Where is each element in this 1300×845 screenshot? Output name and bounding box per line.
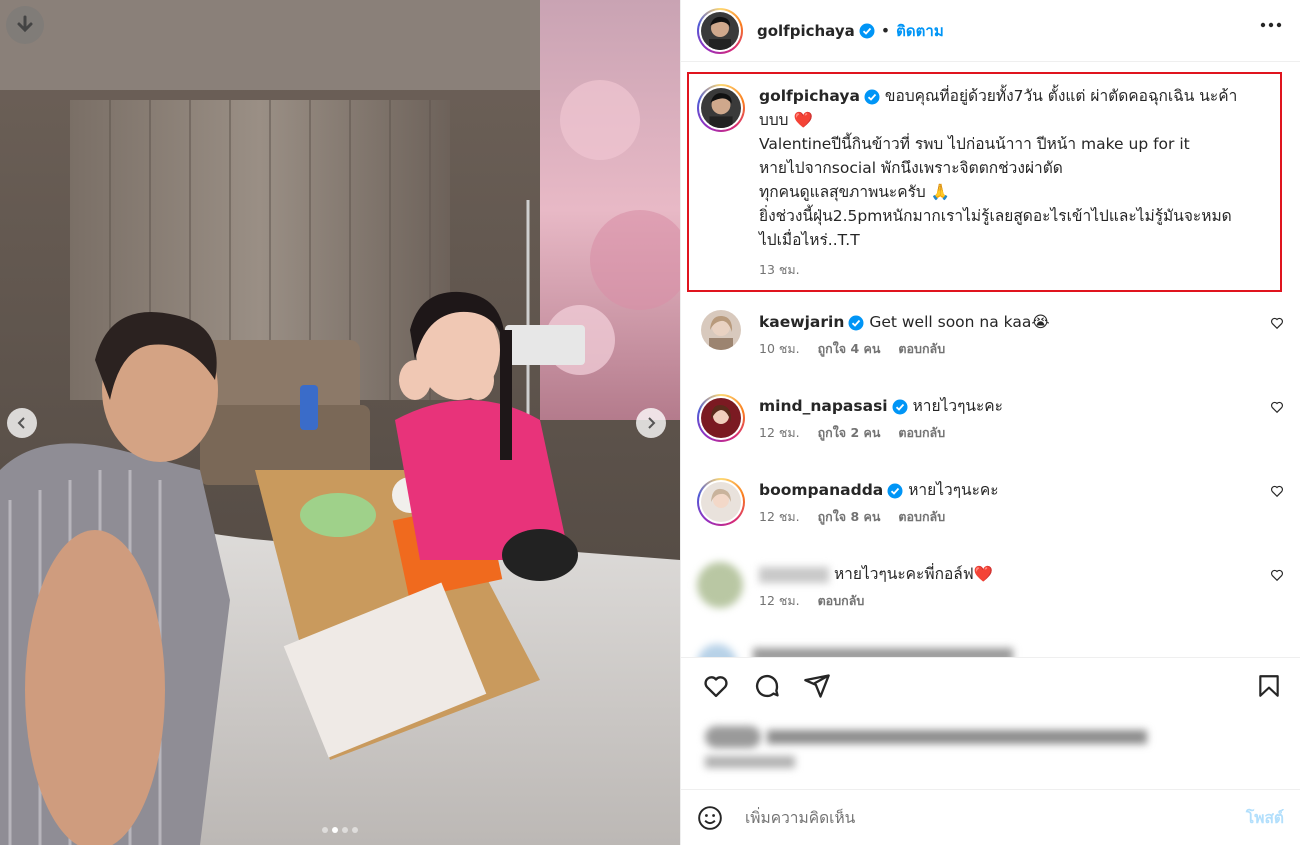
hospital-selfie-image xyxy=(0,0,680,845)
commenter-avatar[interactable] xyxy=(697,562,743,608)
author-avatar[interactable] xyxy=(697,7,743,54)
comment-likes[interactable]: ถูกใจ 4 คน xyxy=(818,341,881,356)
carousel-dot xyxy=(342,827,348,833)
author-avatar-small[interactable] xyxy=(697,84,745,132)
caption-line: หายไปจากsocial พักนึงเพราะจิตตกช่วงผ่าตั… xyxy=(759,159,1063,177)
comment-timestamp: 12 ชม. xyxy=(759,593,800,608)
verified-icon xyxy=(864,89,880,105)
reply-button[interactable]: ตอบกลับ xyxy=(898,341,945,356)
bookmark-icon[interactable] xyxy=(1256,672,1282,700)
carousel-indicator xyxy=(322,827,358,833)
commenter-username-blurred[interactable] xyxy=(759,566,829,583)
comments-list[interactable]: golfpichaya ขอบคุณที่อยู่ด้วยทั้ง7วัน ตั… xyxy=(681,62,1300,657)
caption-line: ยิ่งช่วงนี้ฝุ่น2.5pmหนักมากเราไม่รู้เลยส… xyxy=(759,207,1232,225)
emoji-icon[interactable] xyxy=(697,805,723,831)
commenter-avatar[interactable] xyxy=(701,310,741,350)
verified-icon xyxy=(892,399,908,415)
comment-icon[interactable] xyxy=(753,672,781,700)
instagram-post-view: golfpichaya • ติดตาม golfpichaya ขอบคุณท… xyxy=(0,0,1300,845)
comment-item-partial xyxy=(697,644,1284,657)
download-button[interactable] xyxy=(6,6,44,44)
liked-by-text[interactable] xyxy=(767,730,1147,744)
caption-line: ขอบคุณที่อยู่ด้วยทั้ง7วัน ตั้งแต่ ผ่าตัด… xyxy=(884,87,1238,105)
caption-text: golfpichaya ขอบคุณที่อยู่ด้วยทั้ง7วัน ตั… xyxy=(759,84,1284,252)
comment-text: Get well soon na kaa😭 xyxy=(869,313,1050,331)
comment-text: หายไวๆนะคะ xyxy=(912,397,1004,415)
comment-likes[interactable]: ถูกใจ 8 คน xyxy=(818,509,881,524)
carousel-dot xyxy=(352,827,358,833)
heart-icon[interactable] xyxy=(1270,568,1284,582)
commenter-username[interactable]: kaewjarin xyxy=(759,313,844,331)
share-icon[interactable] xyxy=(803,672,831,700)
reply-button[interactable]: ตอบกลับ xyxy=(818,593,865,608)
commenter-avatar[interactable] xyxy=(697,478,745,526)
comment-text: หายไวๆนะคะพี่กอล์ฟ❤️ xyxy=(833,565,994,583)
liked-by-row xyxy=(697,718,1284,788)
heart-icon[interactable] xyxy=(1270,316,1284,330)
previous-photo-button[interactable] xyxy=(7,408,37,438)
comment-item: mind_napasasi หายไวๆนะคะ 12 ชม. ถูกใจ 2 … xyxy=(697,394,1284,443)
verified-icon xyxy=(887,483,903,499)
chevron-left-icon xyxy=(17,417,25,429)
separator-dot: • xyxy=(880,21,891,40)
carousel-dot xyxy=(322,827,328,833)
comment-text: หายไวๆนะคะ xyxy=(908,481,999,499)
commenter-avatar[interactable] xyxy=(697,394,745,442)
author-username[interactable]: golfpichaya xyxy=(757,22,855,40)
download-icon xyxy=(17,15,33,33)
commenter-username[interactable]: boompanadda xyxy=(759,481,883,499)
comment-item: boompanadda หายไวๆนะคะ 12 ชม. ถูกใจ 8 คน… xyxy=(697,478,1284,527)
action-bar xyxy=(681,657,1300,717)
comment-item: kaewjarin Get well soon na kaa😭 10 ชม. ถ… xyxy=(697,310,1284,359)
post-comment-button[interactable]: โพสต์ xyxy=(1246,805,1284,830)
caption-line: ทุกคนดูแลสุขภาพนะครับ 🙏 xyxy=(759,183,950,201)
chevron-right-icon xyxy=(648,417,656,429)
next-photo-button[interactable] xyxy=(636,408,666,438)
verified-icon xyxy=(859,23,875,39)
post-date xyxy=(705,756,795,768)
comment-likes[interactable]: ถูกใจ 2 คน xyxy=(818,425,881,440)
post-header: golfpichaya • ติดตาม xyxy=(681,0,1300,62)
liked-by-avatars[interactable] xyxy=(705,726,761,748)
carousel-dot-active xyxy=(332,827,338,833)
comment-input[interactable]: เพิ่มความคิดเห็น xyxy=(745,805,1246,830)
reply-button[interactable]: ตอบกลับ xyxy=(898,509,945,524)
comment-text-blurred xyxy=(753,648,1013,657)
heart-icon[interactable] xyxy=(1270,400,1284,414)
heart-icon[interactable] xyxy=(701,672,731,700)
caption-line: ไปเมื่อไหร่..T.T xyxy=(759,231,860,249)
heart-icon[interactable] xyxy=(1270,484,1284,498)
caption: golfpichaya ขอบคุณที่อยู่ด้วยทั้ง7วัน ตั… xyxy=(697,84,1284,280)
post-photo xyxy=(0,0,680,845)
comment-timestamp: 12 ชม. xyxy=(759,425,800,440)
caption-line: บบบ ❤️ xyxy=(759,111,813,129)
caption-timestamp: 13 ชม. xyxy=(759,262,800,277)
commenter-username[interactable]: mind_napasasi xyxy=(759,397,888,415)
caption-line: Valentineปีนี้กินข้าวที่ รพบ ไปก่อนน้าาา… xyxy=(759,135,1190,153)
comment-timestamp: 10 ชม. xyxy=(759,341,800,356)
comment-item: หายไวๆนะคะพี่กอล์ฟ❤️ 12 ชม. ตอบกลับ xyxy=(697,562,1284,611)
reply-button[interactable]: ตอบกลับ xyxy=(898,425,945,440)
more-icon[interactable] xyxy=(1260,22,1282,28)
caption-username[interactable]: golfpichaya xyxy=(759,87,860,105)
follow-button[interactable]: ติดตาม xyxy=(896,19,944,43)
verified-icon xyxy=(848,315,864,331)
post-details-panel: golfpichaya • ติดตาม golfpichaya ขอบคุณท… xyxy=(680,0,1300,845)
comment-timestamp: 12 ชม. xyxy=(759,509,800,524)
add-comment-bar: เพิ่มความคิดเห็น โพสต์ xyxy=(681,789,1300,845)
commenter-avatar[interactable] xyxy=(697,644,737,657)
